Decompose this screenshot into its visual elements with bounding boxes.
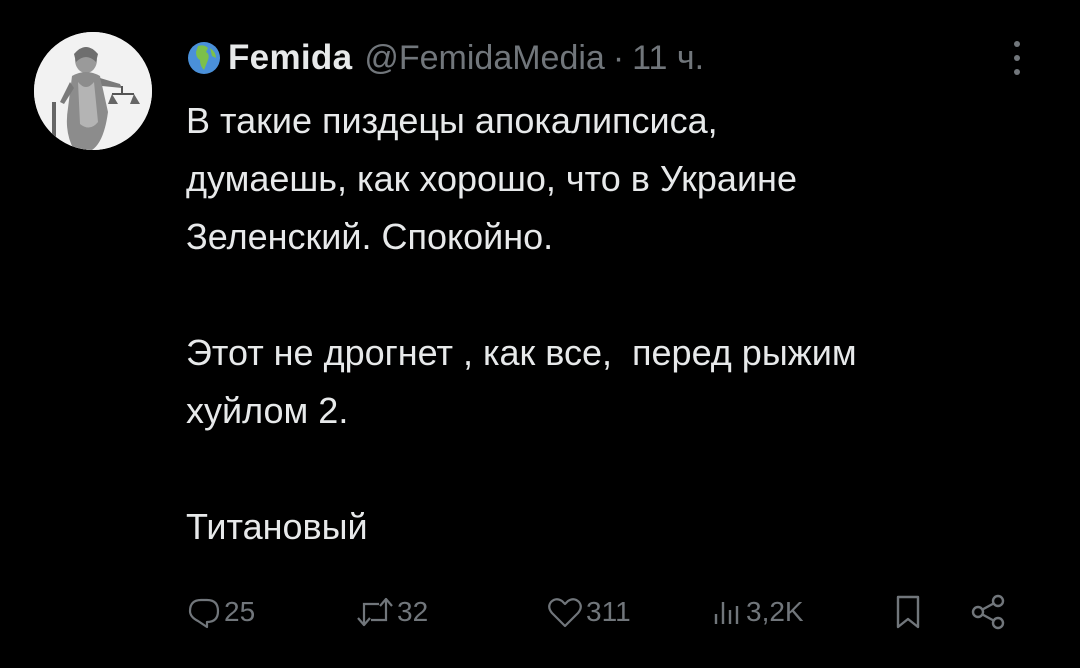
post-time[interactable]: 11 ч. [632,39,704,78]
retweet-icon [357,597,393,627]
tweet[interactable]: Femida @FemidaMedia · 11 ч. В такие пизд… [0,0,1080,668]
globe-africa-icon [186,40,222,76]
views-button[interactable]: 3,2K [710,588,804,636]
reply-button[interactable]: 25 [186,588,255,636]
retweet-button[interactable]: 32 [355,588,428,636]
retweet-count: 32 [397,596,429,627]
bookmark-icon [896,595,920,629]
reply-icon [188,598,220,629]
separator-dot: · [612,38,625,77]
reply-count: 25 [224,596,256,627]
share-icon [971,594,1005,630]
like-count: 311 [586,596,631,627]
display-name[interactable]: Femida [228,38,352,78]
tweet-actions: 25 32 311 3,2K [0,588,1080,636]
tweet-header: Femida @FemidaMedia · 11 ч. [186,36,704,80]
tweet-text: В такие пиздецы апокалипсиса, думаешь, к… [186,100,857,547]
share-button[interactable] [968,588,1010,636]
more-options-icon[interactable] [1006,38,1028,78]
avatar[interactable] [34,32,152,150]
heart-icon [548,598,582,628]
user-handle[interactable]: @FemidaMedia [364,39,605,78]
statue-avatar-image [34,32,152,150]
bookmark-button[interactable] [890,588,928,636]
like-button[interactable]: 311 [546,588,631,636]
views-chart-icon [714,602,739,624]
views-count: 3,2K [746,596,804,627]
